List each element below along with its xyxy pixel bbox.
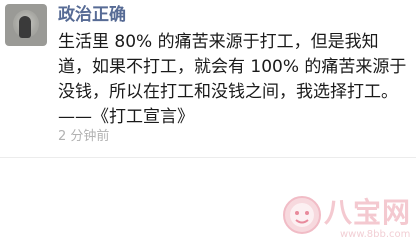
avatar[interactable] bbox=[5, 4, 47, 46]
post-content: 生活里 80% 的痛苦来源于打工，但是我知 道，如果不打工，就会有 100% 的… bbox=[58, 30, 414, 130]
post-timestamp: 2 分钟前 bbox=[58, 129, 110, 144]
watermark-logo-icon bbox=[283, 196, 321, 234]
username-link[interactable]: 政治正确 bbox=[58, 4, 126, 26]
post-line: 道，如果不打工，就会有 100% 的痛苦来源于 bbox=[58, 57, 407, 77]
watermark-brand: 八宝网 bbox=[324, 196, 412, 229]
post-line: 没钱，所以在打工和没钱之间，我选择打工。 bbox=[58, 82, 398, 102]
watermark-url: www.8bb.com bbox=[340, 229, 411, 240]
moments-post: 政治正确 生活里 80% 的痛苦来源于打工，但是我知 道，如果不打工，就会有 1… bbox=[0, 0, 416, 243]
divider bbox=[0, 157, 416, 158]
avatar-figure bbox=[19, 16, 31, 38]
post-line: 生活里 80% 的痛苦来源于打工，但是我知 bbox=[58, 32, 379, 52]
post-line: ——《打工宣言》 bbox=[58, 107, 194, 127]
